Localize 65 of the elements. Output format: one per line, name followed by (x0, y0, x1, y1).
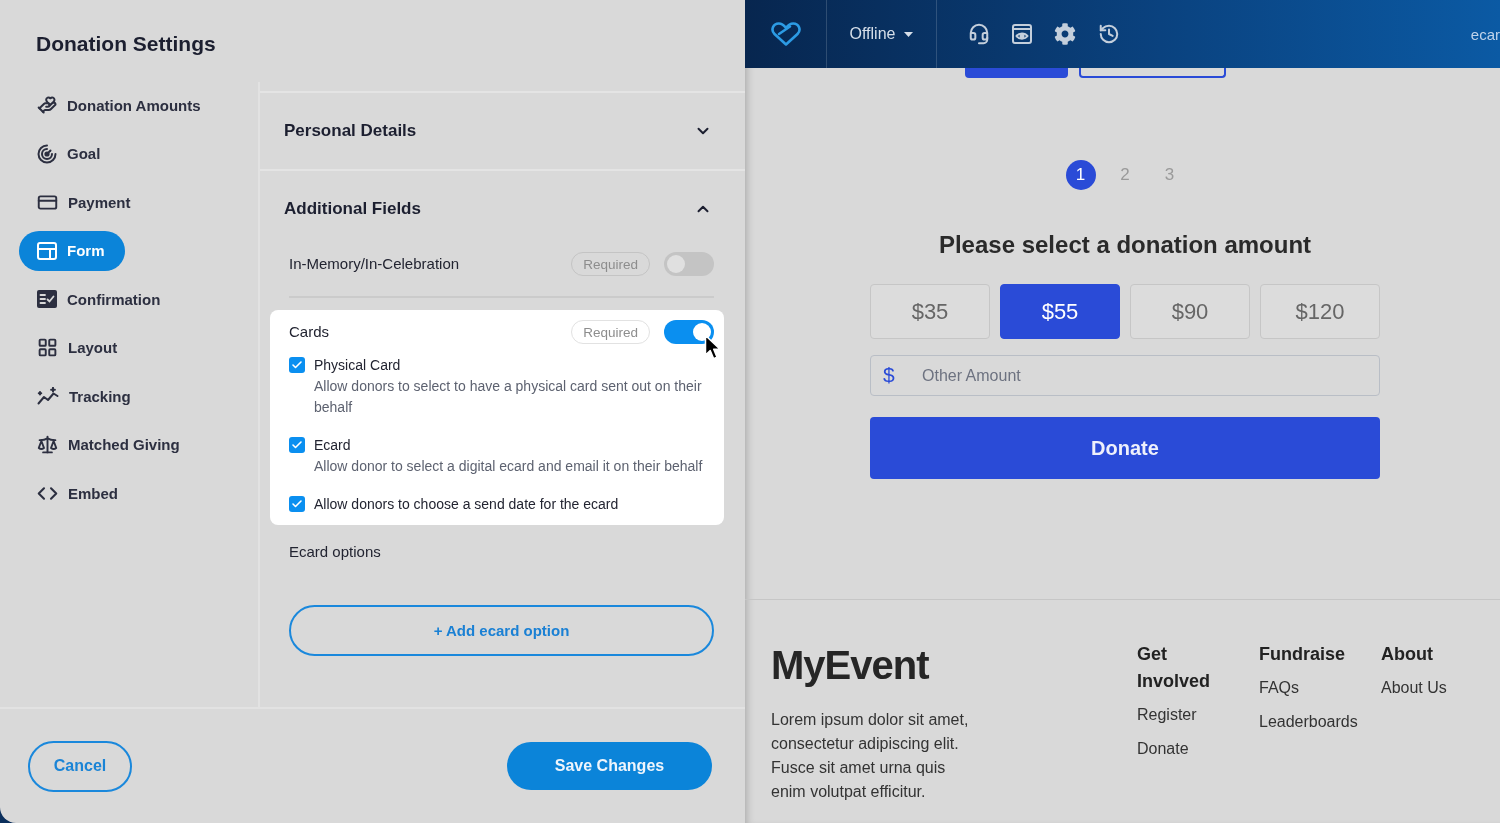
footer-link[interactable]: FAQs (1259, 671, 1299, 705)
amount-button[interactable]: $55 (1000, 284, 1120, 339)
footer-link[interactable]: About Us (1381, 671, 1447, 705)
currency-symbol: $ (883, 363, 895, 387)
checkbox[interactable] (289, 437, 305, 453)
option-description: Allow donors to select to have a physical card sent out on their behalf (314, 376, 703, 417)
heart-logo-icon (769, 22, 802, 46)
toggle-switch[interactable] (664, 252, 714, 276)
footer-link[interactable]: Donate (1137, 732, 1189, 766)
footer-link[interactable]: Register (1137, 698, 1197, 732)
check-icon (291, 359, 303, 371)
checkbox-label: Allow donors to choose a send date for the ecard (314, 494, 620, 514)
sidebar-item[interactable]: Embed (19, 473, 138, 513)
checkbox-label: Physical Card (314, 355, 402, 375)
amount-button[interactable]: $35 (870, 284, 990, 339)
field-label: In-Memory/In-Celebration (289, 254, 461, 274)
step-indicator: 1 (1065, 160, 1096, 190)
sidebar-item[interactable]: Matched Giving (19, 424, 200, 465)
check-icon (291, 439, 303, 451)
footer-description: Lorem ipsum dolor sit amet, consectetur adipiscing elit. Fusce sit amet urna quis enim volutpat efficitur. (771, 710, 970, 802)
footer-link[interactable]: Leaderboards (1259, 705, 1358, 739)
checkbox[interactable] (289, 357, 305, 373)
footer-heading: About (1381, 643, 1434, 666)
settings-icon[interactable] (1054, 23, 1076, 45)
sidebar-item[interactable]: Tracking (19, 376, 151, 416)
amount-button[interactable]: $90 (1130, 284, 1250, 339)
target-icon (37, 143, 57, 164)
outline-button[interactable] (1079, 68, 1226, 78)
accordion-header[interactable]: Personal Details (260, 93, 745, 169)
status-dropdown[interactable]: Offline (849, 25, 914, 43)
step-indicator: 2 (1119, 164, 1131, 186)
section-label: Ecard options (289, 542, 381, 562)
checkbox[interactable] (289, 496, 305, 512)
sidebar-item[interactable]: Form (19, 230, 125, 271)
trend-sparkle-icon (37, 387, 59, 405)
amount-button[interactable]: $120 (1260, 284, 1380, 339)
headset-icon[interactable] (968, 23, 990, 45)
toggle-switch[interactable] (664, 320, 714, 344)
checkbox-label: Ecard (314, 435, 352, 455)
grid-icon (37, 337, 58, 358)
accordion-header[interactable]: Additional Fields (260, 171, 745, 247)
sidebar-item[interactable]: Layout (19, 327, 138, 368)
field-label: Cards (289, 322, 330, 342)
footer-heading: Get Involved (1137, 643, 1212, 693)
sidebar-item[interactable]: Goal (19, 133, 121, 174)
sidebar-item[interactable]: Payment (19, 182, 151, 222)
option-description: Allow donor to select a digital ecard and email it on their behalf (314, 456, 704, 476)
brand-name: MyEvent (771, 642, 929, 689)
footer-heading: Fundraise (1259, 643, 1347, 666)
sidebar-item[interactable]: Confirmation (19, 279, 181, 319)
check-icon (291, 498, 303, 510)
panel-icon (37, 241, 57, 260)
panel-title: Donation Settings (36, 32, 216, 56)
eye-window-icon[interactable] (1012, 24, 1032, 44)
history-icon[interactable] (1098, 23, 1120, 45)
save-button[interactable]: Save Changes (507, 742, 712, 790)
checklist-icon (37, 290, 57, 308)
caret-icon (904, 31, 914, 37)
sidebar-item[interactable]: Donation Amounts (19, 85, 221, 125)
scale-icon (37, 434, 58, 455)
donate-button[interactable]: Donate (870, 417, 1380, 479)
form-heading: Please select a donation amount (937, 230, 1313, 260)
step-indicator: 3 (1163, 164, 1176, 186)
account-name[interactable]: ecar (1470, 25, 1500, 43)
hand-heart-icon (37, 95, 57, 115)
